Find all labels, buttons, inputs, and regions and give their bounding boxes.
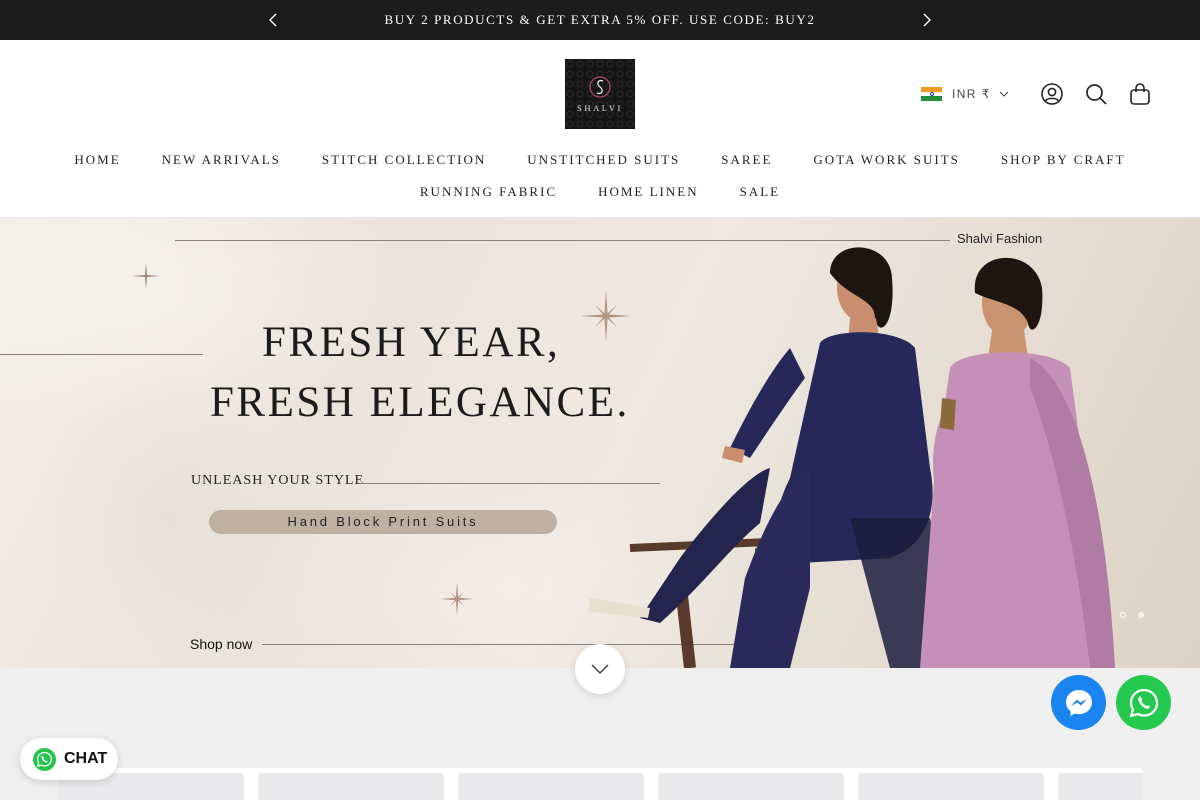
nav-item-running-fabric[interactable]: RUNNING FABRIC (420, 184, 557, 200)
messenger-icon (1065, 689, 1092, 716)
nav-item-home-linen[interactable]: HOME LINEN (598, 184, 699, 200)
currency-selector[interactable]: INR ₹ (921, 85, 1009, 103)
collection-card[interactable] (1058, 773, 1142, 800)
nav-item-home[interactable]: HOME (74, 152, 120, 168)
search-icon[interactable] (1084, 82, 1108, 106)
collection-card[interactable] (458, 773, 644, 800)
chevron-down-icon (999, 91, 1009, 97)
nav-item-stitch-collection[interactable]: STITCH COLLECTION (322, 152, 486, 168)
whatsapp-icon (33, 747, 56, 771)
sparkle-icon (440, 582, 474, 616)
chevron-right-icon[interactable] (914, 8, 938, 32)
logo[interactable]: SHALVI (565, 59, 635, 129)
chat-label: CHAT (64, 750, 108, 767)
chevron-down-icon (591, 664, 609, 674)
hero-models-image (588, 247, 1115, 668)
nav-item-sale[interactable]: SALE (740, 184, 781, 200)
collection-card[interactable] (858, 773, 1044, 800)
slide-dot[interactable] (1138, 612, 1144, 618)
shop-now-link[interactable]: Shop now (190, 636, 252, 652)
divider-line (0, 354, 203, 355)
nav-item-new-arrivals[interactable]: NEW ARRIVALS (162, 152, 281, 168)
currency-code: INR ₹ (952, 87, 991, 101)
nav-item-saree[interactable]: SAREE (721, 152, 772, 168)
cart-icon[interactable] (1128, 82, 1152, 106)
site-header: SHALVI INR ₹ HOME NEW ARRIVALS STITCH CO… (0, 40, 1200, 218)
logo-text: SHALVI (577, 103, 623, 113)
nav-item-shop-by-craft[interactable]: SHOP BY CRAFT (1001, 152, 1126, 168)
sparkle-icon (132, 262, 160, 290)
whatsapp-button[interactable] (1116, 675, 1171, 730)
scroll-down-button[interactable] (575, 644, 625, 694)
collection-card[interactable] (658, 773, 844, 800)
announcement-bar: BUY 2 PRODUCTS & GET EXTRA 5% OFF. USE C… (0, 0, 1200, 40)
hero-banner[interactable]: Shalvi Fashion FRESH YEAR, FRESH ELEGANC… (0, 218, 1200, 668)
slideshow-dots (1120, 612, 1144, 618)
slide-dot[interactable] (1120, 612, 1126, 618)
collection-cards (58, 768, 1142, 800)
messenger-button[interactable] (1051, 675, 1106, 730)
announcement-text: BUY 2 PRODUCTS & GET EXTRA 5% OFF. USE C… (384, 12, 816, 27)
main-nav: HOME NEW ARRIVALS STITCH COLLECTION UNST… (0, 152, 1200, 200)
hero-headline-line1: FRESH YEAR, (262, 319, 561, 366)
account-icon[interactable] (1040, 82, 1064, 106)
hand-block-print-button[interactable]: Hand Block Print Suits (209, 510, 557, 534)
india-flag-icon (921, 87, 942, 102)
nav-item-gota-work-suits[interactable]: GOTA WORK SUITS (813, 152, 959, 168)
chat-button[interactable]: CHAT (20, 738, 118, 780)
whatsapp-icon (1129, 688, 1158, 717)
hero-tagline: UNLEASH YOUR STYLE (191, 473, 365, 488)
collection-card[interactable] (258, 773, 444, 800)
nav-item-unstitched-suits[interactable]: UNSTITCHED SUITS (527, 152, 680, 168)
